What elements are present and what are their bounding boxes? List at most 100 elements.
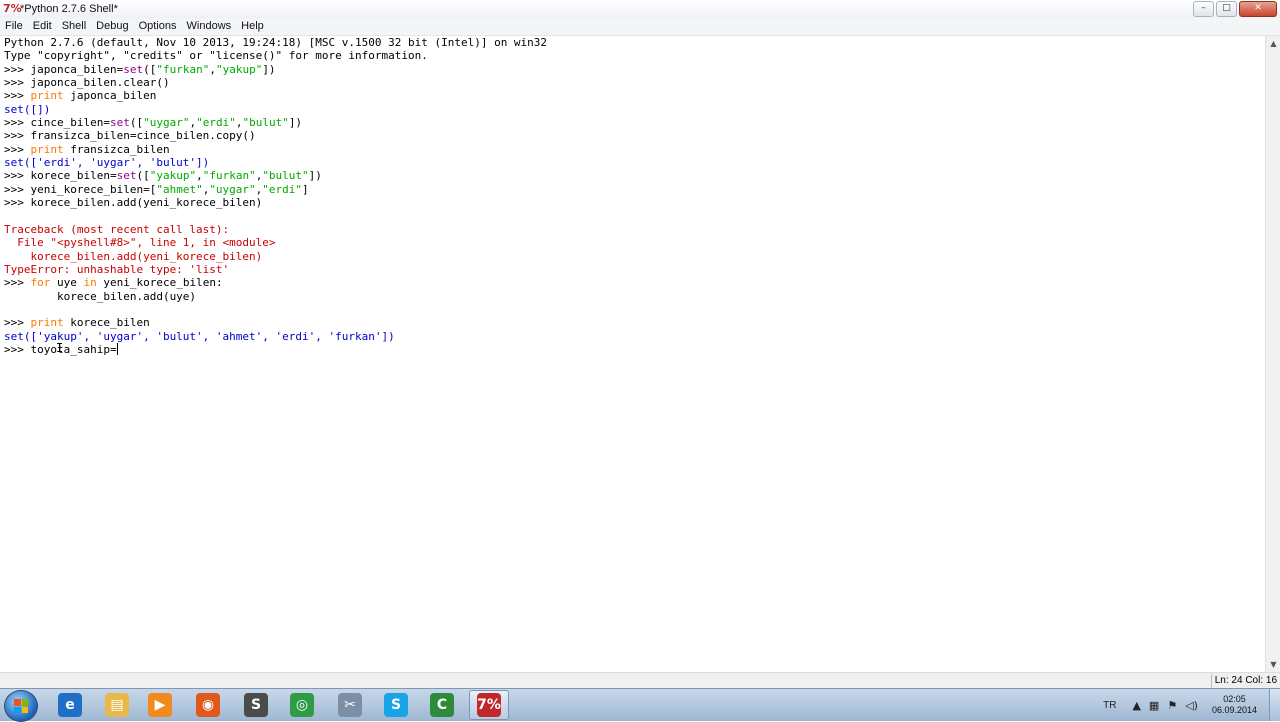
code-token: >>> fransizca_bilen=cince_bilen.copy() bbox=[4, 129, 256, 143]
firefox-icon: ◉ bbox=[196, 693, 220, 717]
taskbar-app-skype[interactable]: S bbox=[376, 690, 416, 720]
chrome-icon: ◎ bbox=[290, 693, 314, 717]
code-token: set bbox=[123, 62, 144, 76]
taskbar-app-explorer[interactable]: ▤ bbox=[97, 690, 137, 720]
taskbar-app-chrome[interactable]: ◎ bbox=[282, 690, 322, 720]
window-title: *Python 2.7.6 Shell* bbox=[20, 3, 118, 15]
taskbar-app-python-idle[interactable]: 7% bbox=[469, 690, 509, 720]
code-token: >>> bbox=[4, 276, 31, 290]
clock-date: 06.09.2014 bbox=[1211, 705, 1257, 715]
code-token: >>> korece_bilen.add(yeni_korece_bilen) bbox=[4, 196, 263, 210]
code-token: "uygar" bbox=[209, 182, 256, 196]
action-center-icon[interactable]: ⚑ bbox=[1167, 699, 1177, 712]
shell-output: Python 2.7.6 (default, Nov 10 2013, 19:2… bbox=[4, 36, 547, 356]
shell-line: >>> fransizca_bilen=cince_bilen.copy() bbox=[4, 129, 547, 142]
code-token: Type "copyright", "credits" or "license(… bbox=[4, 49, 428, 63]
code-token: "furkan" bbox=[202, 169, 256, 183]
maximize-button[interactable]: □ bbox=[1216, 1, 1237, 17]
code-token: print bbox=[30, 142, 64, 156]
code-token: , bbox=[209, 62, 216, 76]
menu-help[interactable]: Help bbox=[236, 18, 269, 35]
shell-line: set([]) bbox=[4, 103, 547, 116]
menu-options[interactable]: Options bbox=[134, 18, 182, 35]
code-token: >>> japonca_bilen.clear() bbox=[4, 76, 170, 90]
shell-line: File "<pyshell#8>", line 1, in <module> bbox=[4, 236, 547, 249]
taskbar-app-firefox[interactable]: ◉ bbox=[188, 690, 228, 720]
menu-debug[interactable]: Debug bbox=[91, 18, 133, 35]
code-token: japonca_bilen bbox=[63, 89, 157, 103]
show-desktop-button[interactable] bbox=[1269, 689, 1280, 721]
shell-line: >>> print korece_bilen bbox=[4, 316, 547, 329]
code-token: ]) bbox=[288, 116, 303, 130]
code-token: set bbox=[109, 116, 130, 130]
taskbar-app-media-player[interactable]: ▶ bbox=[140, 690, 180, 720]
scroll-down-icon[interactable]: ▼ bbox=[1266, 657, 1280, 672]
code-token: >>> korece_bilen= bbox=[4, 169, 117, 183]
windows-logo-icon bbox=[14, 699, 28, 713]
system-tray: TR ▲ ▦ ⚑ ◁) 02:05 06.09.2014 bbox=[1103, 689, 1280, 721]
code-token: yeni_korece_bilen: bbox=[96, 276, 223, 290]
code-token: uye bbox=[50, 276, 84, 290]
shell-line: korece_bilen.add(yeni_korece_bilen) bbox=[4, 250, 547, 263]
code-token: in bbox=[83, 276, 97, 290]
shell-line: >>> print japonca_bilen bbox=[4, 89, 547, 102]
network-icon[interactable]: ▦ bbox=[1149, 699, 1159, 712]
text-cursor bbox=[116, 342, 118, 355]
close-button[interactable]: ✕ bbox=[1239, 1, 1277, 17]
tray-expand-icon[interactable]: ▲ bbox=[1132, 699, 1140, 712]
ibeam-cursor-icon: I bbox=[56, 341, 64, 355]
explorer-icon: ▤ bbox=[105, 693, 129, 717]
code-token: set(['erdi', 'uygar', 'bulut']) bbox=[4, 156, 210, 170]
start-button[interactable] bbox=[4, 690, 38, 722]
shell-line: >>> print fransizca_bilen bbox=[4, 143, 547, 156]
camtasia-icon: C bbox=[430, 693, 454, 717]
taskbar-app-sublime[interactable]: S bbox=[236, 690, 276, 720]
minimize-button[interactable]: – bbox=[1193, 1, 1214, 17]
taskbar-app-snipping[interactable]: ✂ bbox=[330, 690, 370, 720]
taskbar-app-ie[interactable]: e bbox=[50, 690, 90, 720]
code-token: "erdi" bbox=[196, 116, 236, 130]
code-token: "erdi" bbox=[262, 182, 303, 196]
menu-shell[interactable]: Shell bbox=[57, 18, 91, 35]
shell-line: >>> japonca_bilen=set(["furkan","yakup"]… bbox=[4, 63, 547, 76]
code-token: ]) bbox=[308, 169, 322, 183]
menu-windows[interactable]: Windows bbox=[182, 18, 237, 35]
menu-edit[interactable]: Edit bbox=[28, 18, 57, 35]
taskbar: e ▤ ▶ ◉ S ◎ ✂ S C 7% TR ▲ ▦ ⚑ ◁) 02:05 06.09.2014 bbox=[0, 688, 1280, 722]
shell-line: Type "copyright", "credits" or "license(… bbox=[4, 49, 547, 62]
scroll-up-icon[interactable]: ▲ bbox=[1266, 36, 1280, 51]
clock[interactable]: 02:05 06.09.2014 bbox=[1212, 694, 1257, 716]
snipping-icon: ✂ bbox=[338, 693, 362, 717]
code-token: "furkan" bbox=[156, 62, 210, 76]
vertical-scrollbar[interactable]: ▲ ▼ bbox=[1265, 36, 1280, 672]
shell-line: >>> korece_bilen.add(yeni_korece_bilen) bbox=[4, 196, 547, 209]
code-token: >>> bbox=[4, 316, 31, 330]
taskbar-app-camtasia[interactable]: C bbox=[422, 690, 462, 720]
shell-line: TypeError: unhashable type: 'list' bbox=[4, 263, 547, 276]
code-token: print bbox=[30, 89, 64, 103]
code-token: Traceback (most recent call last): bbox=[4, 222, 230, 236]
code-token: >>> cince_bilen= bbox=[4, 116, 110, 130]
code-token: set([]) bbox=[4, 102, 51, 116]
code-token: "bulut" bbox=[242, 116, 289, 130]
volume-icon[interactable]: ◁) bbox=[1185, 699, 1198, 712]
clock-time: 02:05 bbox=[1223, 694, 1246, 704]
language-indicator[interactable]: TR bbox=[1103, 700, 1116, 711]
code-token: "yakup" bbox=[149, 169, 197, 183]
code-token: , bbox=[196, 169, 203, 183]
shell-line: >>> cince_bilen=set(["uygar","erdi","bul… bbox=[4, 116, 547, 129]
shell-line: Traceback (most recent call last): bbox=[4, 223, 547, 236]
python-app-icon: 7% bbox=[3, 2, 22, 15]
shell-text-area[interactable]: Python 2.7.6 (default, Nov 10 2013, 19:2… bbox=[0, 36, 1265, 672]
code-token: "yakup" bbox=[215, 62, 263, 76]
code-token: >>> yeni_korece_bilen=[ bbox=[4, 182, 157, 196]
menu-file[interactable]: File bbox=[0, 18, 28, 35]
code-token: Python 2.7.6 (default, Nov 10 2013, 19:2… bbox=[4, 36, 548, 49]
shell-line: set(['yakup', 'uygar', 'bulut', 'ahmet',… bbox=[4, 330, 547, 343]
code-token: korece_bilen bbox=[63, 316, 150, 330]
code-token: korece_bilen.add(yeni_korece_bilen) bbox=[4, 249, 263, 263]
window-title-bar[interactable]: 7% *Python 2.7.6 Shell* – □ ✕ bbox=[0, 0, 1280, 19]
status-bar: Ln: 24 Col: 16 bbox=[0, 672, 1280, 689]
media-player-icon: ▶ bbox=[148, 693, 172, 717]
